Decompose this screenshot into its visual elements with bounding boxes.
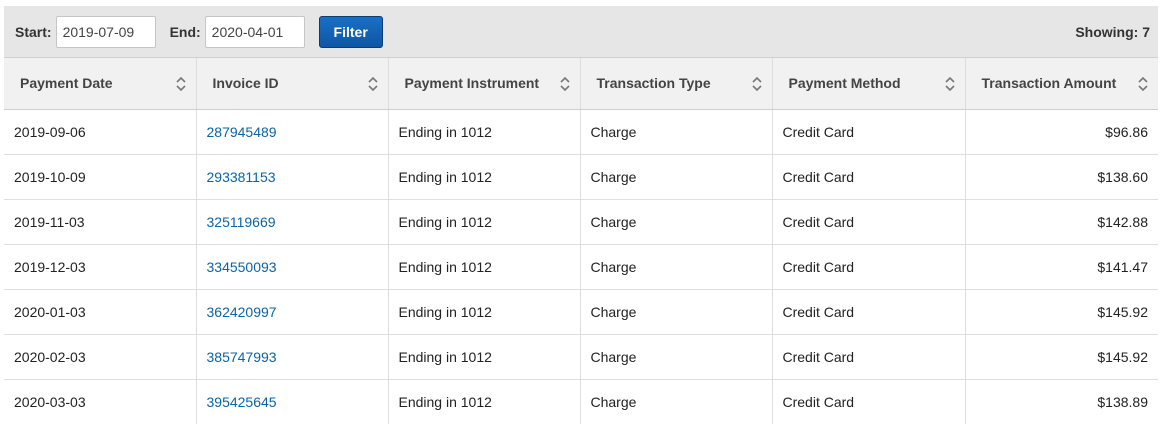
table-row: 2019-09-06 287945489 Ending in 1012 Char… [4,109,1158,155]
transaction-type-cell: Charge [580,289,773,335]
transaction-amount-cell: $96.86 [965,109,1158,155]
sort-icon[interactable] [1138,76,1148,92]
payment-method-cell: Credit Card [772,289,966,335]
payment-method-cell: Credit Card [772,379,966,424]
column-header-payment-method[interactable]: Payment Method [772,58,966,110]
column-header-transaction-amount[interactable]: Transaction Amount [965,58,1158,110]
table-row: 2020-01-03 362420997 Ending in 1012 Char… [4,289,1158,335]
payment-method-cell: Credit Card [772,199,966,245]
sort-icon[interactable] [944,76,955,92]
invoice-id-link[interactable]: 385747993 [196,334,389,380]
payment-date-cell: 2020-03-03 [4,379,197,424]
sort-icon[interactable] [367,76,378,92]
transaction-type-cell: Charge [580,109,773,155]
payment-instrument-cell: Ending in 1012 [388,109,581,155]
payment-date-cell: 2019-09-06 [4,109,197,155]
payment-date-cell: 2019-12-03 [4,244,197,290]
payment-date-cell: 2020-01-03 [4,289,197,335]
invoice-id-link[interactable]: 287945489 [196,109,389,155]
table-row: 2019-11-03 325119669 Ending in 1012 Char… [4,199,1158,245]
column-header-invoice-id[interactable]: Invoice ID [196,58,389,110]
payment-date-cell: 2019-11-03 [4,199,197,245]
filter-button[interactable]: Filter [318,15,383,48]
invoice-id-link[interactable]: 325119669 [196,199,389,245]
table-row: 2020-03-03 395425645 Ending in 1012 Char… [4,379,1158,424]
payment-instrument-cell: Ending in 1012 [388,334,581,380]
invoice-id-link[interactable]: 334550093 [196,244,389,290]
start-date-input[interactable] [55,15,156,48]
sort-icon[interactable] [559,76,570,92]
payment-method-cell: Credit Card [772,244,966,290]
sort-icon[interactable] [751,76,762,92]
payment-instrument-cell: Ending in 1012 [388,289,581,335]
table-row: 2020-02-03 385747993 Ending in 1012 Char… [4,334,1158,380]
start-label: Start: [15,23,52,40]
transaction-amount-cell: $142.88 [965,199,1158,245]
transaction-type-cell: Charge [580,244,773,290]
payment-instrument-cell: Ending in 1012 [388,244,581,290]
invoice-id-link[interactable]: 293381153 [196,154,389,200]
transaction-type-cell: Charge [580,199,773,245]
payment-instrument-cell: Ending in 1012 [388,199,581,245]
transaction-amount-cell: $145.92 [965,289,1158,335]
payment-method-cell: Credit Card [772,154,966,200]
transaction-amount-cell: $141.47 [965,244,1158,290]
column-header-payment-instrument[interactable]: Payment Instrument [388,58,581,110]
filter-toolbar: Start: End: Filter Showing: 7 [4,6,1158,58]
invoice-id-link[interactable]: 362420997 [196,289,389,335]
sort-icon[interactable] [175,76,186,92]
payment-method-cell: Credit Card [772,334,966,380]
table-header-row: Payment Date Invoice ID Payment Instrume… [4,58,1158,110]
invoice-id-link[interactable]: 395425645 [196,379,389,424]
transaction-amount-cell: $145.92 [965,334,1158,380]
transaction-type-cell: Charge [580,379,773,424]
table-row: 2019-10-09 293381153 Ending in 1012 Char… [4,154,1158,200]
transactions-table: Payment Date Invoice ID Payment Instrume… [4,58,1158,424]
payment-instrument-cell: Ending in 1012 [388,154,581,200]
transaction-type-cell: Charge [580,154,773,200]
billing-history-panel: Start: End: Filter Showing: 7 Payment Da… [4,6,1158,424]
end-label: End: [169,23,201,40]
payment-date-cell: 2019-10-09 [4,154,197,200]
showing-count: Showing: 7 [1075,24,1150,40]
end-date-input[interactable] [204,15,305,48]
payment-instrument-cell: Ending in 1012 [388,379,581,424]
column-header-transaction-type[interactable]: Transaction Type [580,58,773,110]
transaction-amount-cell: $138.89 [1097,393,1148,410]
payment-method-cell: Credit Card [772,109,966,155]
transaction-type-cell: Charge [580,334,773,380]
payment-date-cell: 2020-02-03 [4,334,197,380]
column-header-payment-date[interactable]: Payment Date [4,58,197,110]
table-row: 2019-12-03 334550093 Ending in 1012 Char… [4,244,1158,290]
transaction-amount-cell: $138.60 [965,154,1158,200]
